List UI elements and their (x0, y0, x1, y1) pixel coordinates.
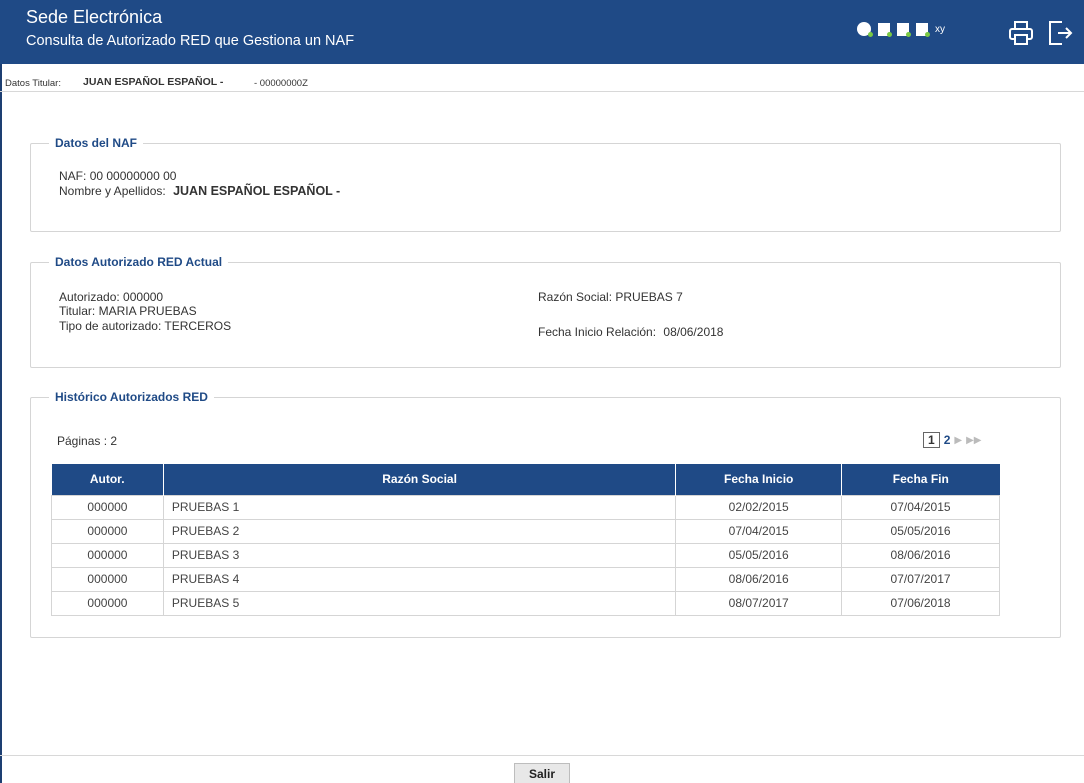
cell-fecha-fin: 07/04/2015 (841, 494, 1000, 520)
cell-fecha-fin: 08/06/2016 (841, 542, 1000, 568)
cell-razon-social: PRUEBAS 5 (162, 590, 677, 616)
pages-count: Páginas : 2 (57, 434, 118, 448)
cell-razon-social: PRUEBAS 4 (162, 566, 677, 592)
document-download-icon[interactable] (897, 22, 911, 37)
cell-fecha-fin: 07/07/2017 (841, 566, 1000, 592)
cell-fecha-fin: 07/06/2018 (841, 590, 1000, 616)
page-current[interactable]: 1 (923, 432, 940, 448)
table-row: 000000 PRUEBAS 1 02/02/2015 07/04/2015 (51, 494, 1000, 520)
table-row: 000000 PRUEBAS 3 05/05/2016 08/06/2016 (51, 542, 1000, 568)
autorizado-value: 000000 (123, 290, 164, 304)
red-actual-legend: Datos Autorizado RED Actual (49, 255, 229, 269)
name-line: Nombre y Apellidos: JUAN ESPAÑOL ESPAÑOL… (59, 184, 340, 198)
fecha-relacion-line: Fecha Inicio Relación: 08/06/2018 (538, 325, 723, 339)
salir-button[interactable]: Salir (514, 763, 570, 783)
razon-line: Razón Social: PRUEBAS 7 (538, 290, 683, 304)
cell-fecha-inicio: 05/05/2016 (675, 542, 843, 568)
col-razon-social: Razón Social (162, 464, 676, 495)
cell-fecha-fin: 05/05/2016 (841, 518, 1000, 544)
naf-line: NAF: 00 00000000 00 (59, 169, 176, 183)
red-actual-section: Datos Autorizado RED Actual Autorizado: … (30, 255, 1061, 368)
cell-razon-social: PRUEBAS 2 (162, 518, 677, 544)
cell-fecha-inicio: 08/07/2017 (675, 590, 843, 616)
table-header-row: Autor. Razón Social Fecha Inicio Fecha F… (51, 464, 1000, 495)
cell-razon-social: PRUEBAS 1 (162, 494, 677, 520)
xy-export-icon[interactable]: xy (935, 24, 945, 35)
titular-document: - 00000000Z (254, 78, 308, 89)
red-titular-label: Titular: (59, 304, 96, 318)
table-row: 000000 PRUEBAS 4 08/06/2016 07/07/2017 (51, 566, 1000, 592)
name-label: Nombre y Apellidos: (59, 184, 166, 198)
cell-fecha-inicio: 08/06/2016 (675, 566, 843, 592)
naf-section-legend: Datos del NAF (49, 136, 144, 150)
last-page-icon[interactable]: ▶▶ (966, 435, 981, 446)
naf-label: NAF: (59, 169, 87, 183)
autorizado-label: Autorizado: (59, 290, 120, 304)
tipo-value: TERCEROS (164, 319, 232, 333)
table-row: 000000 PRUEBAS 2 07/04/2015 05/05/2016 (51, 518, 1000, 544)
tipo-line: Tipo de autorizado: TERCEROS (59, 319, 231, 333)
fecha-relacion-value: 08/06/2018 (663, 325, 724, 339)
cell-autor: 000000 (51, 518, 164, 544)
tipo-label: Tipo de autorizado: (59, 319, 162, 333)
document-icon[interactable] (878, 22, 892, 37)
header-toolbar: xy (857, 22, 945, 37)
col-fecha-fin: Fecha Fin (841, 464, 1000, 495)
naf-value: 00 00000000 00 (89, 169, 177, 183)
fecha-relacion-label: Fecha Inicio Relación: (538, 325, 657, 339)
cell-autor: 000000 (51, 590, 164, 616)
red-titular-value: MARIA PRUEBAS (98, 304, 197, 318)
page-subtitle: Consulta de Autorizado RED que Gestiona … (26, 33, 355, 49)
language-globe-icon[interactable] (857, 22, 873, 37)
logout-icon[interactable] (1046, 19, 1074, 47)
page-link-2[interactable]: 2 (944, 433, 951, 447)
cell-fecha-inicio: 02/02/2015 (675, 494, 843, 520)
titular-name: JUAN ESPAÑOL ESPAÑOL - (83, 76, 224, 88)
header-bar: Sede Electrónica Consulta de Autorizado … (0, 0, 1084, 64)
col-fecha-inicio: Fecha Inicio (675, 464, 842, 495)
titular-bar: Datos Titular: JUAN ESPAÑOL ESPAÑOL - - … (0, 64, 1084, 92)
print-icon[interactable] (1008, 20, 1034, 46)
titular-label: Datos Titular: (5, 78, 61, 89)
table-row: 000000 PRUEBAS 5 08/07/2017 07/06/2018 (51, 590, 1000, 616)
razon-label: Razón Social: (538, 290, 613, 304)
historico-legend: Histórico Autorizados RED (49, 390, 214, 404)
titular-line: Titular: MARIA PRUEBAS (59, 304, 197, 318)
cell-autor: 000000 (51, 566, 164, 592)
cell-autor: 000000 (51, 542, 164, 568)
autorizado-line: Autorizado: 000000 (59, 290, 163, 304)
cell-fecha-inicio: 07/04/2015 (675, 518, 843, 544)
cell-autor: 000000 (51, 494, 164, 520)
pagination: 1 2 ▶ ▶▶ (923, 432, 981, 448)
col-autor: Autor. (51, 464, 164, 495)
naf-section: Datos del NAF NAF: 00 00000000 00 Nombre… (30, 136, 1061, 232)
app-title: Sede Electrónica (26, 7, 163, 27)
razon-value: PRUEBAS 7 (615, 290, 683, 304)
next-page-icon[interactable]: ▶ (954, 435, 962, 446)
cell-razon-social: PRUEBAS 3 (162, 542, 677, 568)
document-excel-icon[interactable] (916, 22, 930, 37)
historico-table: Autor. Razón Social Fecha Inicio Fecha F… (51, 464, 1000, 616)
historico-section: Histórico Autorizados RED Páginas : 2 1 … (30, 390, 1061, 638)
name-value: JUAN ESPAÑOL ESPAÑOL - (173, 184, 341, 198)
